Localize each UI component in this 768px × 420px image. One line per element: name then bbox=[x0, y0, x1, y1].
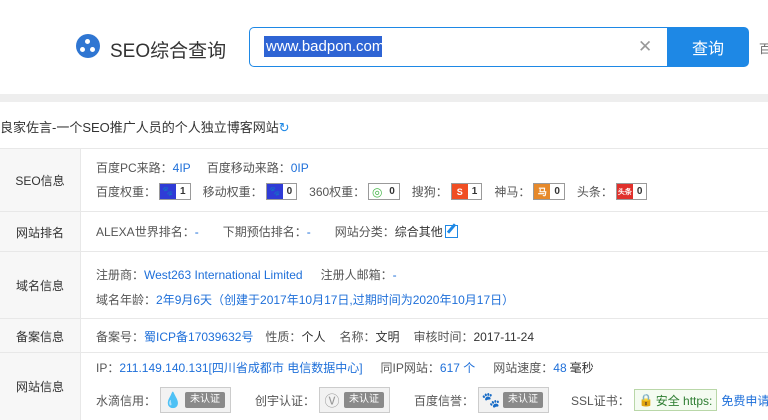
baidu-paw-icon: 🐾 bbox=[160, 184, 177, 199]
shield-v-icon: Ⓥ bbox=[324, 392, 340, 410]
water-drop-icon: 💧 bbox=[163, 392, 183, 409]
header-divider bbox=[0, 94, 768, 102]
brand-title[interactable]: SEO综合查询 bbox=[110, 36, 226, 63]
baidu-paw-icon: 🐾 bbox=[266, 184, 283, 199]
pc-source-value[interactable]: 4IP bbox=[173, 161, 191, 175]
baidu-credit-badge[interactable]: 🐾 未认证 bbox=[478, 387, 550, 413]
baidu-paw-icon: 🐾 bbox=[481, 392, 501, 409]
domain-info-row: 域名信息 注册商： West263 International Limited … bbox=[0, 251, 768, 319]
clipped-link[interactable]: 百 bbox=[759, 40, 768, 57]
free-apply-link[interactable]: 免费申请 bbox=[721, 392, 768, 409]
seo-info-row: SEO信息 百度PC来路： 4IP 百度移动来路： 0IP 百度权重： 🐾 1 移… bbox=[0, 148, 768, 212]
toutiao-icon: 头条 bbox=[616, 184, 633, 199]
site-rank-label: 网站排名 bbox=[0, 212, 81, 252]
shenma-weight-badge[interactable]: 马0 bbox=[533, 183, 565, 200]
sogou-weight-badge[interactable]: S1 bbox=[450, 183, 483, 200]
search-input[interactable]: www.badpon.com bbox=[266, 38, 384, 55]
registrar-value[interactable]: West263 International Limited bbox=[144, 268, 303, 282]
seo-info-label: SEO信息 bbox=[0, 149, 81, 212]
lock-icon: 🔒 bbox=[638, 393, 654, 407]
site-title: 良家佐言-一个SEO推广人员的个人独立博客网站↻ bbox=[0, 120, 290, 136]
icp-info-row: 备案信息 备案号： 蜀ICP备17039632号 性质： 个人 名称： 文明 审… bbox=[0, 318, 768, 353]
shenma-icon: 马 bbox=[534, 184, 551, 199]
registrant-email-value[interactable]: - bbox=[393, 268, 397, 282]
sogou-icon: S bbox=[451, 184, 468, 199]
360-weight-badge[interactable]: ◎ 0 bbox=[368, 183, 400, 200]
domain-age-value[interactable]: 2年9月6天（创建于2017年10月17日,过期时间为2020年10月17日） bbox=[156, 291, 514, 308]
toutiao-weight-badge[interactable]: 头条 0 bbox=[615, 183, 648, 200]
360-icon: ◎ bbox=[369, 184, 386, 199]
mobile-weight-badge[interactable]: 🐾 0 bbox=[265, 183, 298, 200]
alexa-rank-value[interactable]: - bbox=[195, 225, 199, 239]
site-rank-row: 网站排名 ALEXA世界排名： - 下期预估排名： - 网站分类： 综合其他 bbox=[0, 211, 768, 252]
predict-rank-value[interactable]: - bbox=[307, 225, 311, 239]
ip-value[interactable]: 211.149.140.131[四川省成都市 电信数据中心] bbox=[119, 359, 362, 376]
icp-info-label: 备案信息 bbox=[0, 319, 81, 353]
seo-logo-icon[interactable] bbox=[76, 34, 100, 58]
water-credit-badge[interactable]: 💧 未认证 bbox=[160, 387, 232, 413]
baidu-weight-badge[interactable]: 🐾 1 bbox=[159, 183, 191, 200]
category-value: 综合其他 bbox=[394, 225, 443, 239]
refresh-icon[interactable]: ↻ bbox=[279, 120, 290, 136]
site-info-row: 网站信息 IP： 211.149.140.131[四川省成都市 电信数据中心] … bbox=[0, 352, 768, 420]
chuangyu-cert-badge[interactable]: Ⓥ 未认证 bbox=[319, 387, 391, 413]
site-speed-value[interactable]: 48 bbox=[553, 361, 566, 375]
domain-info-label: 域名信息 bbox=[0, 252, 81, 319]
query-button[interactable]: 查询 bbox=[667, 27, 749, 67]
same-ip-sites-value[interactable]: 617 个 bbox=[440, 359, 475, 376]
clear-icon[interactable]: ✕ bbox=[638, 37, 652, 57]
icp-number-value[interactable]: 蜀ICP备17039632号 bbox=[144, 328, 253, 345]
ssl-secure-badge[interactable]: 🔒 安全 https: bbox=[633, 389, 718, 411]
mobile-source-value[interactable]: 0IP bbox=[291, 161, 309, 175]
site-info-label: 网站信息 bbox=[0, 353, 81, 420]
edit-icon[interactable] bbox=[444, 225, 458, 238]
